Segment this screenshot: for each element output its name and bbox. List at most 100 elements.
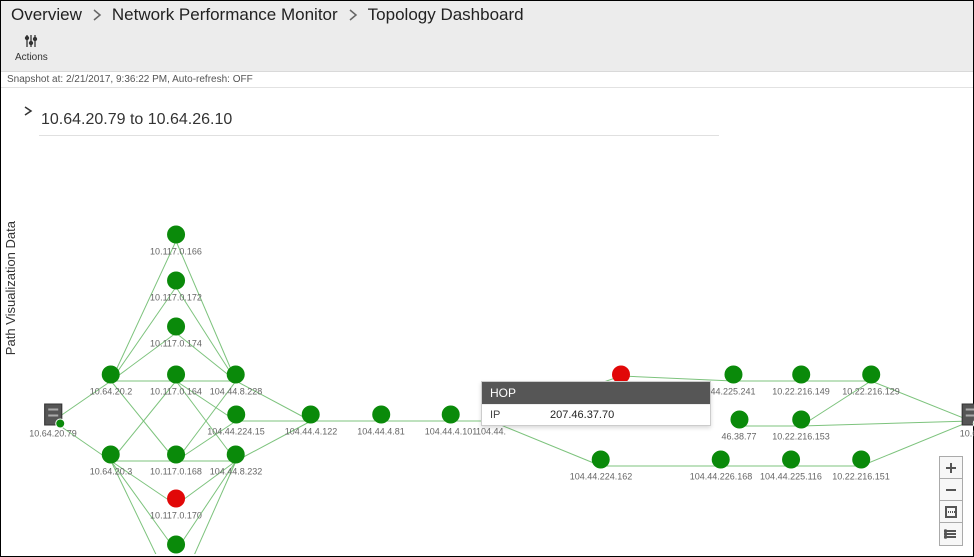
hop-node[interactable]: 104.44.225.116 [760, 451, 822, 482]
status-dot-icon [724, 366, 742, 384]
autorefresh-value: OFF [233, 74, 253, 85]
chevron-right-icon [92, 9, 102, 21]
server-icon [962, 404, 974, 426]
hop-label: 104.44.4.101 [425, 427, 478, 437]
tooltip-value: 207.46.37.70 [550, 409, 614, 421]
hop-label: 10.117.0.168 [150, 467, 202, 477]
zoom-controls [939, 456, 963, 546]
hop-label: 104.44.226.168 [690, 472, 753, 482]
hop-label: 10.22.216.129 [842, 387, 900, 397]
status-dot-icon [167, 272, 185, 290]
path-title: 10.64.20.79 to 10.64.26.10 [41, 111, 232, 129]
endpoint-dest[interactable]: 10.64 [960, 404, 974, 439]
hop-node[interactable]: 10.117.0.164 [150, 366, 202, 397]
hop-label: 10.64.20.2 [90, 387, 133, 397]
hop-node[interactable]: 104.44.4.101 [425, 406, 478, 437]
tooltip-key: IP [490, 409, 550, 421]
hop-label: 10.117.0.174 [150, 339, 202, 349]
title-underline [39, 135, 719, 136]
status-dot-icon [712, 451, 730, 469]
hop-label: 104.44.8.228 [210, 387, 263, 397]
hop-label: 10.117.0.172 [150, 293, 202, 303]
hop-label: 10.117.0.170 [150, 511, 202, 521]
hop-node[interactable]: 10.117.0.168 [150, 446, 202, 477]
hop-label: 104.44.4.81 [357, 427, 405, 437]
hop-label: 10.22.216.151 [832, 472, 890, 482]
hop-label: 104.44. [476, 427, 506, 437]
snapshot-bar: Snapshot at: 2/21/2017, 9:36:22 PM, Auto… [1, 72, 973, 88]
hop-node[interactable]: 10.117.0.166 [150, 226, 202, 257]
hop-node[interactable]: 44.225.241 [710, 366, 755, 397]
breadcrumb: Overview Network Performance Monitor Top… [1, 1, 973, 29]
header-bar: Overview Network Performance Monitor Top… [1, 1, 973, 72]
zoom-out-button[interactable] [940, 479, 962, 501]
status-dot-icon [227, 366, 245, 384]
hop-node[interactable]: 104.44.224.15 [207, 406, 265, 437]
status-dot-icon [792, 366, 810, 384]
status-dot-icon [167, 446, 185, 464]
status-dot-icon [852, 451, 870, 469]
snapshot-timestamp: 2/21/2017, 9:36:22 PM [66, 74, 167, 85]
breadcrumb-item-overview[interactable]: Overview [11, 5, 82, 25]
hop-node[interactable]: 46.38.77 [721, 411, 756, 442]
status-dot-icon [792, 411, 810, 429]
hop-label: 104.44.224.162 [570, 472, 633, 482]
expand-panel-button[interactable] [23, 105, 33, 119]
status-dot-icon [167, 366, 185, 384]
hop-label: 104.44.224.15 [207, 427, 265, 437]
hop-node[interactable]: 10.64.20.3 [90, 446, 133, 477]
hop-node[interactable]: 10.22.216.151 [832, 451, 890, 482]
hop-node[interactable]: 104.44.8.228 [210, 366, 263, 397]
hop-node[interactable]: 10.117.0.174 [150, 318, 202, 349]
hop-node[interactable]: 104.44.8.232 [210, 446, 263, 477]
zoom-fit-button[interactable] [940, 501, 962, 523]
status-dot-icon [167, 536, 185, 554]
toolbar: Actions [1, 29, 973, 71]
hop-label: 46.38.77 [721, 432, 756, 442]
sliders-icon [23, 33, 39, 52]
status-dot-icon [730, 411, 748, 429]
chevron-right-icon [348, 9, 358, 21]
status-dot-icon [227, 446, 245, 464]
status-dot-icon [227, 406, 245, 424]
endpoint-source[interactable]: 10.64.20.79 [29, 404, 77, 439]
hop-node[interactable]: 104.44.4.122 [285, 406, 338, 437]
hop-label: 10.117.0.164 [150, 387, 202, 397]
hop-node[interactable]: 10.22.216.153 [772, 411, 830, 442]
topology-canvas[interactable]: 10.64.20.79 10.64 10.64.20.2 10.64.20.3 10… [21, 141, 971, 554]
hop-node[interactable]: 10.117.0.176 [150, 536, 202, 557]
tooltip-header: HOP [482, 382, 710, 404]
hop-label: 10.117.0.166 [150, 247, 202, 257]
hop-label: 10.64.20.3 [90, 467, 133, 477]
status-dot-icon [102, 366, 120, 384]
hop-label: 44.225.241 [710, 387, 755, 397]
hop-label: 104.44.225.116 [760, 472, 822, 482]
hop-node[interactable]: 10.117.0.172 [150, 272, 202, 303]
side-panel-label: Path Visualization Data [3, 221, 18, 355]
actions-button[interactable]: Actions [15, 33, 48, 63]
tooltip-row-ip: IP 207.46.37.70 [482, 404, 710, 425]
hop-node[interactable]: 10.22.216.149 [772, 366, 830, 397]
status-dot-icon [592, 451, 610, 469]
status-dot-icon [167, 226, 185, 244]
status-dot-icon [302, 406, 320, 424]
hop-node[interactable]: 104.44.4.81 [357, 406, 405, 437]
list-view-button[interactable] [940, 523, 962, 545]
status-dot-icon [102, 446, 120, 464]
hop-tooltip: HOP IP 207.46.37.70 [481, 381, 711, 426]
status-dot-icon [167, 318, 185, 336]
breadcrumb-item-topology[interactable]: Topology Dashboard [368, 5, 524, 25]
zoom-in-button[interactable] [940, 457, 962, 479]
hop-node[interactable]: 104.44.226.168 [690, 451, 753, 482]
breadcrumb-item-npm[interactable]: Network Performance Monitor [112, 5, 338, 25]
actions-label: Actions [15, 52, 48, 63]
hop-node[interactable]: 10.22.216.129 [842, 366, 900, 397]
status-dot-icon [372, 406, 390, 424]
hop-node[interactable]: 104.44.224.162 [570, 451, 633, 482]
hop-label: 10.22.216.149 [772, 387, 830, 397]
endpoint-dest-label: 10.64 [960, 429, 974, 439]
hop-label: 104.44.4.122 [285, 427, 338, 437]
hop-node[interactable]: 10.64.20.2 [90, 366, 133, 397]
hop-node[interactable]: 10.117.0.170 [150, 490, 202, 521]
hop-label: 104.44.8.232 [210, 467, 263, 477]
